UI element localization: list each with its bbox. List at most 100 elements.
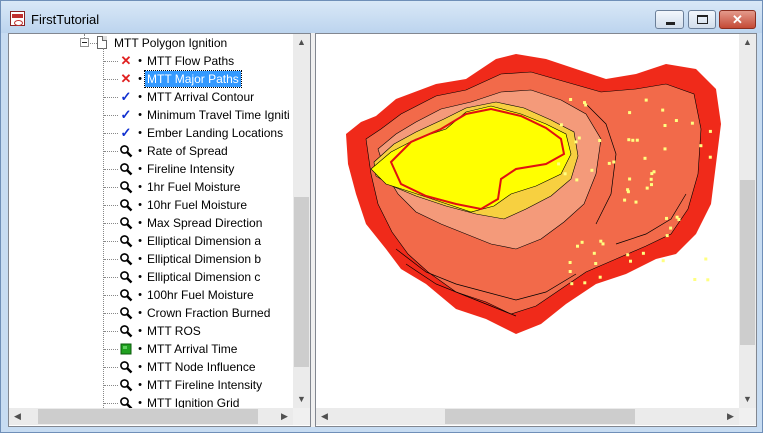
tree-item-row[interactable]: ✓ • Minimum Travel Time Igniti	[9, 106, 293, 124]
minimize-icon	[666, 22, 675, 25]
tree-parent-row[interactable]: MTT Polygon Ignition	[9, 34, 293, 52]
ember-landing-spot	[580, 240, 584, 244]
tree-item-row[interactable]: • Elliptical Dimension a	[9, 232, 293, 250]
tree-item-label: Crown Fraction Burned	[147, 306, 271, 320]
magnifier-icon[interactable]	[119, 180, 133, 194]
tree-item-row[interactable]: • MTT Fireline Intensity	[9, 376, 293, 394]
ember-landing-spot	[663, 124, 667, 127]
magnifier-icon[interactable]	[119, 216, 133, 230]
minimize-button[interactable]	[655, 10, 684, 29]
magnifier-icon[interactable]	[119, 162, 133, 176]
ember-landing-spot	[641, 251, 645, 255]
green-square-icon[interactable]	[119, 342, 133, 356]
tree-item-row[interactable]: • Rate of Spread	[9, 142, 293, 160]
ember-landing-spot	[650, 183, 653, 187]
ember-landing-spot	[598, 275, 602, 279]
blue-check-icon[interactable]: ✓	[119, 126, 133, 140]
tree-horizontal-scrollbar[interactable]: ◀ ▶	[9, 408, 293, 425]
tree-item-row[interactable]: • 10hr Fuel Moisture	[9, 196, 293, 214]
app-icon[interactable]	[10, 11, 25, 26]
tree-item-row[interactable]: • MTT Arrival Time	[9, 340, 293, 358]
tree-item-row[interactable]: • Fireline Intensity	[9, 160, 293, 178]
red-x-icon[interactable]: ✕	[119, 72, 133, 86]
tree-item-row[interactable]: • Crown Fraction Burned	[9, 304, 293, 322]
visibility-dot-icon: •	[138, 145, 142, 157]
ember-landing-spot	[704, 257, 708, 261]
ember-landing-spot	[568, 270, 572, 273]
ember-landing-spot	[652, 170, 656, 174]
map-horizontal-scrollbar[interactable]: ◀ ▶	[316, 408, 739, 425]
ember-landing-spot	[690, 121, 694, 125]
scroll-down-icon[interactable]: ▼	[293, 391, 310, 408]
magnifier-icon[interactable]	[119, 270, 133, 284]
ember-landing-spot	[634, 200, 638, 204]
tree-item-row[interactable]: • MTT Ignition Grid	[9, 394, 293, 408]
tree-item-row[interactable]: ✓ • Ember Landing Locations	[9, 124, 293, 142]
scroll-right-icon[interactable]: ▶	[722, 408, 739, 425]
map-vscroll-thumb[interactable]	[740, 180, 755, 345]
tree-item-row[interactable]: ✕ • MTT Flow Paths	[9, 52, 293, 70]
ember-landing-spot	[706, 278, 710, 282]
magnifier-icon[interactable]	[119, 288, 133, 302]
tree-item-row[interactable]: • 100hr Fuel Moisture	[9, 286, 293, 304]
tree-hscroll-thumb[interactable]	[38, 409, 258, 424]
tree-item-row[interactable]: • MTT ROS	[9, 322, 293, 340]
tree-item-label: Elliptical Dimension a	[147, 234, 262, 248]
ember-landing-spot	[631, 138, 635, 142]
magnifier-icon[interactable]	[119, 360, 133, 374]
fire-map-view[interactable]	[316, 34, 739, 408]
map-vertical-scrollbar[interactable]: ▲ ▼	[739, 34, 756, 408]
magnifier-icon[interactable]	[119, 306, 133, 320]
tree-vscroll-thumb[interactable]	[294, 197, 309, 367]
visibility-dot-icon: •	[138, 271, 142, 283]
collapse-expander-icon[interactable]	[80, 38, 89, 47]
visibility-dot-icon: •	[138, 181, 142, 193]
tree-item-label: Ember Landing Locations	[147, 126, 284, 140]
scroll-left-icon[interactable]: ◀	[316, 408, 333, 425]
magnifier-icon[interactable]	[119, 144, 133, 158]
tree-item-row[interactable]: • 1hr Fuel Moisture	[9, 178, 293, 196]
tree-item-row[interactable]: • Elliptical Dimension c	[9, 268, 293, 286]
ember-landing-spot	[557, 162, 561, 166]
tree-item-label: Elliptical Dimension b	[147, 252, 262, 266]
magnifier-icon[interactable]	[119, 198, 133, 212]
blue-check-icon[interactable]: ✓	[119, 90, 133, 104]
scroll-left-icon[interactable]: ◀	[9, 408, 26, 425]
map-hscroll-thumb[interactable]	[445, 409, 635, 424]
red-x-icon[interactable]: ✕	[119, 54, 133, 68]
blue-check-icon[interactable]: ✓	[119, 108, 133, 122]
visibility-dot-icon: •	[138, 163, 142, 175]
scroll-right-icon[interactable]: ▶	[276, 408, 293, 425]
layer-tree[interactable]: MTT Polygon Ignition ✕ • MTT Flow Paths ✕ • M…	[9, 34, 293, 408]
tree-item-row[interactable]: • MTT Node Influence	[9, 358, 293, 376]
title-bar[interactable]: FirstTutorial ✕	[1, 1, 762, 33]
ember-landing-spot	[592, 251, 596, 255]
ember-landing-spot	[563, 172, 567, 176]
tree-vertical-scrollbar[interactable]: ▲ ▼	[293, 34, 310, 408]
magnifier-icon[interactable]	[119, 252, 133, 266]
tree-item-row[interactable]: ✓ • MTT Arrival Contour	[9, 88, 293, 106]
ember-landing-spot	[594, 262, 598, 265]
visibility-dot-icon: •	[138, 73, 142, 85]
tree-item-row[interactable]: ✕ • MTT Major Paths	[9, 70, 293, 88]
tree-item-row[interactable]: • Max Spread Direction	[9, 214, 293, 232]
magnifier-icon[interactable]	[119, 396, 133, 408]
tree-item-row[interactable]: • Elliptical Dimension b	[9, 250, 293, 268]
magnifier-icon[interactable]	[119, 378, 133, 392]
visibility-dot-icon: •	[138, 235, 142, 247]
visibility-dot-icon: •	[138, 289, 142, 301]
scroll-up-icon[interactable]: ▲	[293, 34, 310, 51]
magnifier-icon[interactable]	[119, 324, 133, 338]
maximize-button[interactable]	[688, 10, 716, 29]
ember-landing-spot	[612, 160, 616, 164]
ember-landing-spot	[665, 234, 669, 238]
scroll-down-icon[interactable]: ▼	[739, 391, 756, 408]
visibility-dot-icon: •	[138, 127, 142, 139]
scroll-up-icon[interactable]: ▲	[739, 34, 756, 51]
tree-item-label: MTT Ignition Grid	[147, 396, 240, 408]
magnifier-icon[interactable]	[119, 234, 133, 248]
ember-landing-spot	[644, 98, 648, 102]
close-button[interactable]: ✕	[719, 10, 756, 29]
ember-landing-spot	[577, 136, 581, 140]
ember-landing-spot	[661, 108, 665, 112]
